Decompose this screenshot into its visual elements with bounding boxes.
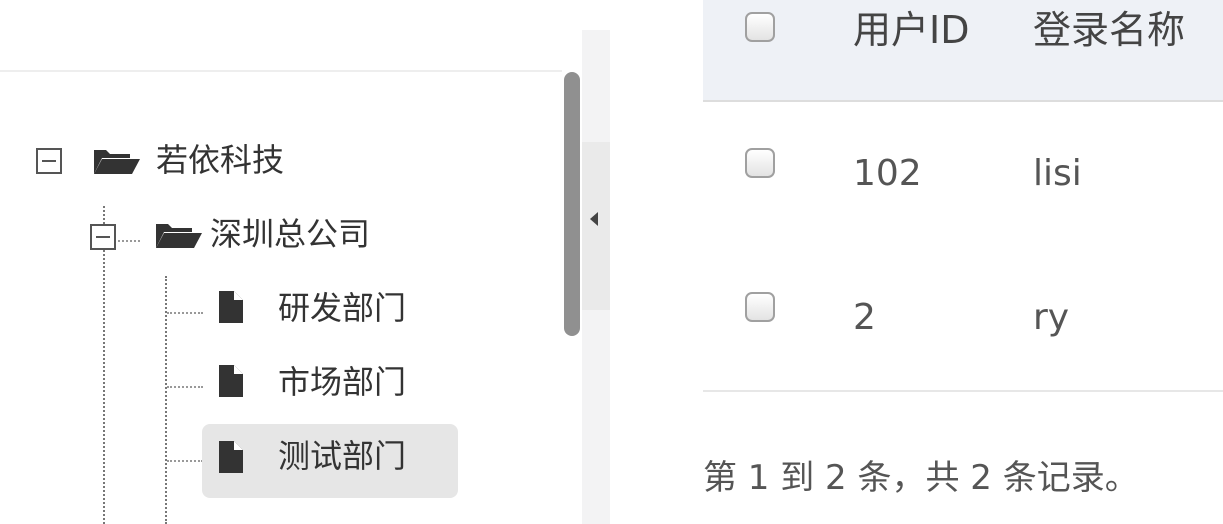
- column-header-user-id[interactable]: 用户ID: [853, 10, 969, 50]
- minus-square-icon[interactable]: [36, 148, 62, 174]
- tree-connector: [167, 312, 203, 314]
- user-management-page: 若依科技 深圳总公司 研发部门 市场部门 测试部门 用户ID 登录名称 102 …: [0, 0, 1223, 524]
- table-row[interactable]: 102 lisi: [703, 102, 1223, 248]
- tree-node-label: 市场部门: [278, 363, 407, 401]
- department-tree-panel: 若依科技 深圳总公司 研发部门 市场部门 测试部门: [0, 0, 580, 524]
- tree-connector: [167, 386, 203, 388]
- tree-node-label: 研发部门: [278, 289, 407, 327]
- cell-login-name: lisi: [1033, 153, 1082, 194]
- collapse-tree-button[interactable]: [582, 142, 610, 310]
- table-header: 用户ID 登录名称: [703, 0, 1223, 102]
- folder-open-icon: [154, 220, 204, 250]
- tree-connector: [167, 460, 203, 462]
- file-icon: [218, 440, 244, 474]
- column-header-login-name[interactable]: 登录名称: [1033, 10, 1185, 50]
- pagination-info: 第 1 到 2 条，共 2 条记录。: [703, 458, 1139, 498]
- tree-panel-divider: [0, 70, 580, 72]
- tree-scrollbar-thumb[interactable]: [564, 72, 580, 336]
- tree-node-label: 深圳总公司: [210, 215, 371, 253]
- folder-open-icon: [92, 146, 142, 176]
- file-icon: [218, 290, 244, 324]
- tree-connector: [118, 240, 140, 242]
- cell-user-id: 2: [853, 297, 876, 338]
- file-icon: [218, 364, 244, 398]
- table-row[interactable]: 2 ry: [703, 246, 1223, 392]
- cell-user-id: 102: [853, 153, 922, 194]
- row-checkbox[interactable]: [745, 148, 775, 178]
- minus-square-icon[interactable]: [90, 224, 116, 250]
- cell-login-name: ry: [1033, 297, 1070, 338]
- tree-node-label: 测试部门: [278, 437, 407, 475]
- row-checkbox[interactable]: [745, 292, 775, 322]
- tree-connector: [103, 206, 105, 524]
- tree-node-label: 若依科技: [156, 141, 285, 179]
- select-all-checkbox[interactable]: [745, 12, 775, 42]
- caret-left-icon[interactable]: [590, 212, 598, 226]
